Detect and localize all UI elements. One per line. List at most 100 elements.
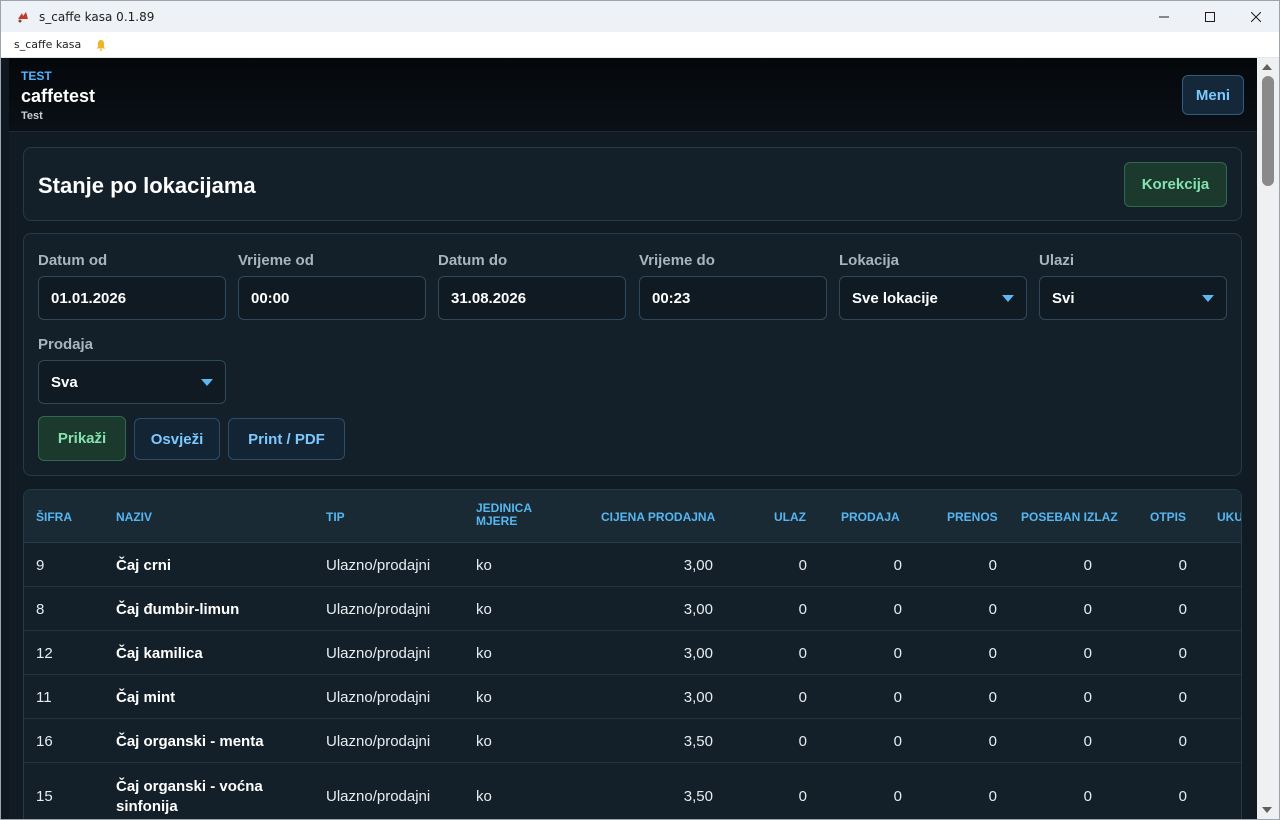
table-row[interactable]: 9 Čaj crni Ulazno/prodajni ko 3,00 0 0 0… [24, 543, 1241, 587]
column-header[interactable]: TIP [326, 511, 345, 524]
cell-prenos: 0 [988, 788, 997, 805]
cell-prodaja: 0 [893, 601, 902, 618]
table-row[interactable]: 8 Čaj đumbir-limun Ulazno/prodajni ko 3,… [24, 587, 1241, 631]
location-label: Lokacija [839, 252, 900, 269]
cell-cijena: 3,00 [683, 601, 713, 618]
filter-panel: Datum od 01.01.2026 Vrijeme od 00:00 Dat… [23, 233, 1242, 476]
minimize-button[interactable] [1141, 1, 1187, 32]
sales-select[interactable]: Sva [38, 360, 226, 404]
cell-cijena: 3,50 [683, 788, 713, 805]
cell-tip: Ulazno/prodajni [326, 645, 431, 662]
cell-naziv: Čaj organski - menta [116, 733, 264, 750]
inputs-select-value: Svi [1052, 289, 1075, 307]
time-to-input[interactable]: 00:23 [639, 276, 827, 320]
column-header[interactable]: OTPIS [1150, 511, 1186, 524]
print-pdf-button[interactable]: Print / PDF [228, 418, 345, 460]
correction-button[interactable]: Korekcija [1124, 162, 1227, 207]
table-row[interactable]: 11 Čaj mint Ulazno/prodajni ko 3,00 0 0 … [24, 675, 1241, 719]
location-select-value: Sve lokacije [852, 289, 938, 307]
cell-prenos: 0 [988, 689, 997, 706]
menu-button[interactable]: Meni [1182, 75, 1244, 115]
inputs-label: Ulazi [1039, 252, 1075, 269]
table-row[interactable]: 16 Čaj organski - menta Ulazno/prodajni … [24, 719, 1241, 763]
location-select[interactable]: Sve lokacije [839, 276, 1027, 320]
date-to-label: Datum do [438, 252, 508, 269]
cell-prodaja: 0 [893, 557, 902, 574]
cell-naziv: Čaj đumbir-limun [116, 601, 240, 618]
cell-izlaz: 0 [1083, 557, 1092, 574]
cell-izlaz: 0 [1083, 645, 1092, 662]
date-from-input[interactable]: 01.01.2026 [38, 276, 226, 320]
cell-prodaja: 0 [893, 689, 902, 706]
cell-ulaz: 0 [798, 733, 807, 750]
app-window: s_caffe kasa 0.1.89 s_caffe kasa TEST ca… [0, 0, 1280, 820]
column-header[interactable]: ULAZ [774, 511, 806, 524]
cell-prodaja: 0 [893, 645, 902, 662]
show-button[interactable]: Prikaži [38, 416, 126, 461]
column-header[interactable]: POSEBAN IZLAZ [1021, 511, 1118, 524]
app-menu-label[interactable]: s_caffe kasa [14, 38, 81, 51]
scroll-up-icon[interactable] [1262, 64, 1272, 70]
cell-izlaz: 0 [1083, 601, 1092, 618]
cell-sifra: 12 [36, 645, 53, 662]
column-header[interactable]: NAZIV [116, 511, 152, 524]
close-button[interactable] [1233, 1, 1279, 32]
cell-izlaz: 0 [1083, 788, 1092, 805]
column-header[interactable]: JEDINICA MJERE [476, 502, 546, 528]
cell-ulaz: 0 [798, 689, 807, 706]
date-to-input[interactable]: 31.08.2026 [438, 276, 626, 320]
sales-select-value: Sva [51, 373, 78, 391]
cell-izlaz: 0 [1083, 733, 1092, 750]
app-logo-icon [15, 9, 31, 25]
table-header: ŠIFRA NAZIV TIP JEDINICA MJERE CIJENA PR… [24, 490, 1241, 543]
column-header[interactable]: ŠIFRA [36, 511, 72, 524]
time-from-input[interactable]: 00:00 [238, 276, 426, 320]
tenant-name: caffetest [21, 86, 96, 106]
bell-icon[interactable] [95, 39, 107, 51]
tenant-code: TEST [21, 69, 52, 83]
page-title: Stanje po lokacijama [38, 173, 256, 198]
cell-prenos: 0 [988, 733, 997, 750]
app-header: TEST caffetest Test Meni [9, 58, 1257, 132]
vertical-scrollbar[interactable] [1257, 58, 1279, 819]
date-from-label: Datum od [38, 252, 108, 269]
cell-sifra: 11 [36, 689, 52, 706]
cell-cijena: 3,00 [683, 689, 713, 706]
cell-prodaja: 0 [893, 733, 902, 750]
cell-jm: ko [476, 645, 492, 662]
column-header[interactable]: CIJENA PRODAJNA [601, 511, 715, 524]
cell-tip: Ulazno/prodajni [326, 788, 431, 805]
cell-otpis: 0 [1178, 689, 1187, 706]
cell-cijena: 3,50 [683, 733, 713, 750]
cell-naziv: Čaj organski - voćna sinfonija [116, 778, 263, 815]
title-panel: Stanje po lokacijama Korekcija [23, 147, 1242, 221]
cell-jm: ko [476, 733, 492, 750]
cell-izlaz: 0 [1083, 689, 1092, 706]
column-header[interactable]: UKU [1217, 511, 1241, 524]
chevron-down-icon [201, 379, 213, 386]
title-bar: s_caffe kasa 0.1.89 [1, 1, 1279, 32]
cell-naziv: Čaj crni [116, 557, 172, 574]
cell-ulaz: 0 [798, 645, 807, 662]
table-row[interactable]: 12 Čaj kamilica Ulazno/prodajni ko 3,00 … [24, 631, 1241, 675]
cell-cijena: 3,00 [683, 645, 713, 662]
cell-prenos: 0 [988, 645, 997, 662]
column-header[interactable]: PRODAJA [841, 511, 900, 524]
cell-prenos: 0 [988, 601, 997, 618]
inputs-select[interactable]: Svi [1039, 276, 1227, 320]
window-title: s_caffe kasa 0.1.89 [39, 9, 155, 24]
scroll-thumb[interactable] [1262, 76, 1274, 186]
table-row[interactable]: 15 Čaj organski - voćna sinfonija Ulazno… [24, 763, 1241, 819]
cell-tip: Ulazno/prodajni [326, 601, 431, 618]
maximize-button[interactable] [1187, 1, 1233, 32]
tenant-subtitle: Test [21, 110, 43, 122]
column-header[interactable]: PRENOS [947, 511, 998, 524]
cell-jm: ko [476, 557, 492, 574]
cell-tip: Ulazno/prodajni [326, 733, 431, 750]
refresh-button[interactable]: Osvježi [134, 418, 220, 460]
scroll-down-icon[interactable] [1262, 807, 1272, 813]
cell-otpis: 0 [1178, 645, 1187, 662]
cell-jm: ko [476, 689, 492, 706]
cell-otpis: 0 [1178, 601, 1187, 618]
cell-ulaz: 0 [798, 557, 807, 574]
